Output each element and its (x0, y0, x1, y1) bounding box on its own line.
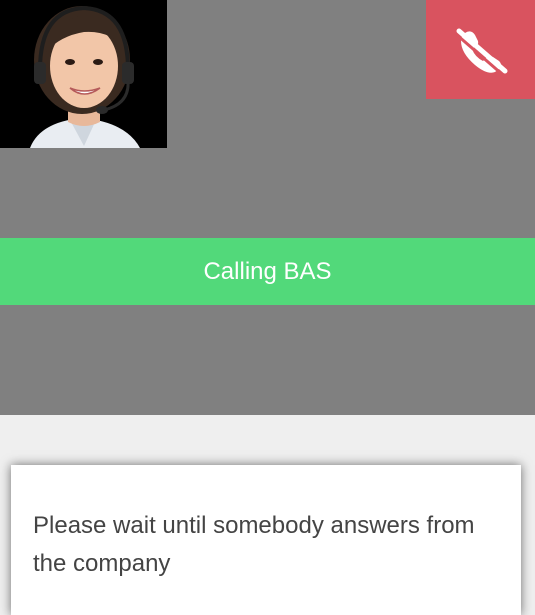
wait-message-text: Please wait until somebody answers from … (33, 512, 475, 577)
phone-hangup-icon (455, 28, 507, 75)
calling-banner: Calling BAS (0, 238, 535, 305)
agent-avatar-icon (0, 0, 167, 148)
hangup-button[interactable] (426, 0, 535, 99)
message-card: Please wait until somebody answers from … (11, 465, 521, 615)
calling-status-text: Calling BAS (203, 257, 332, 285)
call-panel: Calling BAS (0, 0, 535, 415)
agent-avatar (0, 0, 167, 148)
